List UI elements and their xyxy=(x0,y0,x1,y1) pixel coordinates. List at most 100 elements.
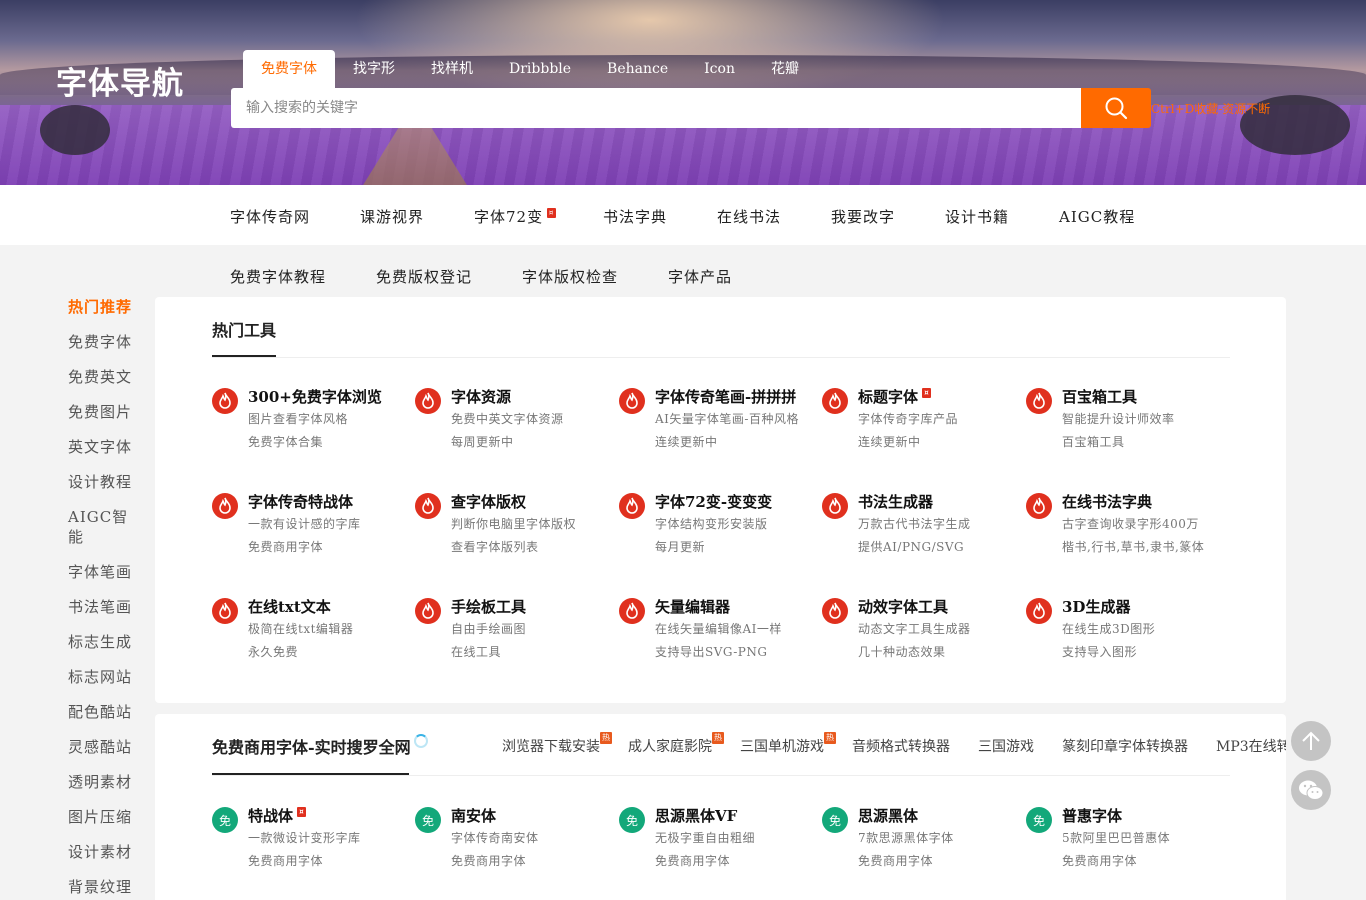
font-title: 思源黑体 xyxy=(858,805,918,826)
tool-title: 300+免费字体浏览 xyxy=(248,386,382,407)
tool-item[interactable]: 手绘板工具 自由手绘画图 在线工具 xyxy=(415,598,615,668)
nav-link-gaizi[interactable]: 我要改字 xyxy=(831,206,895,227)
search-tab-dribbble[interactable]: Dribbble xyxy=(491,50,589,88)
font-desc: 免费商用字体 xyxy=(655,854,731,868)
font-item[interactable]: 免南安体 字体传奇南安体 免费商用字体 xyxy=(415,807,615,877)
tool-item[interactable]: 300+免费字体浏览 图片查看字体风格 免费字体合集 xyxy=(212,388,412,458)
sidebar-item[interactable]: 免费英文 xyxy=(68,367,138,387)
nav-link-copyright-reg[interactable]: 免费版权登记 xyxy=(376,266,472,287)
nav-link-copyright-check[interactable]: 字体版权检查 xyxy=(522,266,618,287)
sidebar-item[interactable]: 背景纹理 xyxy=(68,877,138,897)
tool-title-text: 手绘板工具 xyxy=(451,598,527,616)
tool-desc: 支持导出SVG-PNG xyxy=(655,645,768,659)
hot-link[interactable]: 三国单机游戏热 xyxy=(740,732,836,756)
sidebar-item[interactable]: 书法笔画 xyxy=(68,597,138,617)
search-tab-huaban[interactable]: 花瓣 xyxy=(753,50,817,88)
font-item[interactable]: 免普惠字体 5款阿里巴巴普惠体 免费商用字体 xyxy=(1026,807,1226,877)
tool-title-text: 3D生成器 xyxy=(1062,598,1131,616)
search-tab-icon[interactable]: Icon xyxy=(686,50,753,88)
sidebar-item[interactable]: 免费图片 xyxy=(68,402,138,422)
sidebar-item[interactable]: 设计素材 xyxy=(68,842,138,862)
free-badge-icon: 免 xyxy=(822,807,848,833)
tool-item[interactable]: 在线书法字典 古字查询收录字形400万 楷书,行书,草书,隶书,篆体 xyxy=(1026,493,1226,563)
search-tab-free-fonts[interactable]: 免费字体 xyxy=(243,50,335,88)
nav-link-font-tutorial[interactable]: 免费字体教程 xyxy=(230,266,326,287)
tool-item[interactable]: 矢量编辑器 在线矢量编辑像AI一样 支持导出SVG-PNG xyxy=(619,598,819,668)
font-title: 南安体 xyxy=(451,805,496,826)
site-logo[interactable]: 字体导航 xyxy=(56,64,206,104)
hot-link[interactable]: MP3在线转换 xyxy=(1216,736,1286,756)
tool-item[interactable]: 动效字体工具 动态文字工具生成器 几十种动态效果 xyxy=(822,598,1022,668)
fire-icon xyxy=(1026,598,1052,624)
fire-icon xyxy=(415,493,441,519)
font-desc: 字体传奇南安体 xyxy=(451,831,539,845)
tool-item[interactable]: 书法生成器 万款古代书法字生成 提供AI/PNG/SVG xyxy=(822,493,1022,563)
tool-title-text: 书法生成器 xyxy=(858,493,934,511)
hot-link[interactable]: 浏览器下载安装热 xyxy=(502,732,612,756)
sidebar-item[interactable]: 灵感酷站 xyxy=(68,737,138,757)
font-desc: 7款思源黑体字体 xyxy=(858,831,954,845)
nav-link-font-products[interactable]: 字体产品 xyxy=(668,266,732,287)
nav-link-design-books[interactable]: 设计书籍 xyxy=(945,206,1009,227)
search-tab-mockup[interactable]: 找样机 xyxy=(413,50,491,88)
tool-desc: 图片查看字体风格 xyxy=(248,412,349,426)
sidebar-item[interactable]: 图片压缩 xyxy=(68,807,138,827)
tool-item[interactable]: 在线txt文本 极简在线txt编辑器 永久免费 xyxy=(212,598,412,668)
nav-link-zitichuanqi[interactable]: 字体传奇网 xyxy=(230,206,310,227)
hot-link-label: 成人家庭影院 xyxy=(628,739,712,755)
tool-item[interactable]: 字体资源 免费中英文字体资源 每周更新中 xyxy=(415,388,615,458)
tool-item[interactable]: 字体传奇特战体 一款有设计感的字库 免费商用字体 xyxy=(212,493,412,563)
tool-desc: 免费中英文字体资源 xyxy=(451,412,564,426)
sidebar-item[interactable]: 配色酷站 xyxy=(68,702,138,722)
hot-link[interactable]: 成人家庭影院热 xyxy=(628,732,724,756)
font-desc: 免费商用字体 xyxy=(451,854,527,868)
search-button[interactable] xyxy=(1081,88,1151,128)
sidebar-item[interactable]: 标志网站 xyxy=(68,667,138,687)
nav-link-shufa-dict[interactable]: 书法字典 xyxy=(603,206,667,227)
sidebar-item[interactable]: 字体笔画 xyxy=(68,562,138,582)
font-item[interactable]: 免特战体 ¤ 一款微设计变形字库 免费商用字体 xyxy=(212,807,412,877)
fire-icon xyxy=(1033,602,1045,619)
sidebar-item[interactable]: 透明素材 xyxy=(68,772,138,792)
free-badge-icon: 免 xyxy=(619,807,645,833)
nav-link-online-shufa[interactable]: 在线书法 xyxy=(717,206,781,227)
font-item[interactable]: 免思源黑体VF 无极字重自由粗细 免费商用字体 xyxy=(619,807,819,877)
font-title-text: 思源黑体 xyxy=(858,807,919,825)
tool-item[interactable]: 3D生成器 在线生成3D图形 支持导入图形 xyxy=(1026,598,1226,668)
font-item[interactable]: 免思源黑体 7款思源黑体字体 免费商用字体 xyxy=(822,807,1022,877)
nav-link-aigc[interactable]: AIGC教程 xyxy=(1059,206,1135,227)
tool-item[interactable]: 百宝箱工具 智能提升设计师效率 百宝箱工具 xyxy=(1026,388,1226,458)
fire-icon xyxy=(212,493,238,519)
sidebar-item[interactable]: 免费字体 xyxy=(68,332,138,352)
back-to-top-button[interactable] xyxy=(1291,721,1331,761)
search-tab-glyph[interactable]: 找字形 xyxy=(335,50,413,88)
search-box xyxy=(231,88,1081,128)
fire-icon xyxy=(626,497,638,514)
sidebar-item[interactable]: 英文字体 xyxy=(68,437,138,457)
tool-title: 矢量编辑器 xyxy=(655,596,730,617)
search-input[interactable] xyxy=(231,88,1081,128)
tool-desc: AI矢量字体笔画-百种风格 xyxy=(655,412,799,426)
tool-item[interactable]: 字体传奇笔画-拼拼拼 AI矢量字体笔画-百种风格 连续更新中 xyxy=(619,388,819,458)
nav-link-keyou[interactable]: 课游视界 xyxy=(360,206,424,227)
hot-link[interactable]: 篆刻印章字体转换器 xyxy=(1062,736,1188,756)
new-badge-icon: ¤ xyxy=(297,807,307,817)
tool-desc: 自由手绘画图 xyxy=(451,622,527,636)
sidebar-item[interactable]: 标志生成 xyxy=(68,632,138,652)
nav-link-ziti72[interactable]: 字体72变 ¤ xyxy=(474,206,557,227)
tool-desc: 字体传奇字库产品 xyxy=(858,412,959,426)
hot-link-label: 音频格式转换器 xyxy=(852,739,950,755)
tool-item[interactable]: 字体72变-变变变 字体结构变形安装版 每月更新 xyxy=(619,493,819,563)
tool-desc: 几十种动态效果 xyxy=(858,645,946,659)
search-tab-behance[interactable]: Behance xyxy=(589,50,686,88)
sidebar-item[interactable]: 设计教程 xyxy=(68,472,138,492)
hot-link[interactable]: 三国游戏 xyxy=(978,736,1034,756)
sidebar-item[interactable]: 热门推荐 xyxy=(68,297,138,317)
wechat-button[interactable] xyxy=(1291,770,1331,810)
tool-item[interactable]: 标题字体 ¤ 字体传奇字库产品 连续更新中 xyxy=(822,388,1022,458)
section-divider xyxy=(212,357,1230,358)
tool-item[interactable]: 查字体版权 判断你电脑里字体版权 查看字体版列表 xyxy=(415,493,615,563)
sidebar-item[interactable]: AIGC智能 xyxy=(68,507,138,547)
tool-title-text: 字体传奇特战体 xyxy=(248,493,354,511)
hot-link[interactable]: 音频格式转换器 xyxy=(852,736,950,756)
